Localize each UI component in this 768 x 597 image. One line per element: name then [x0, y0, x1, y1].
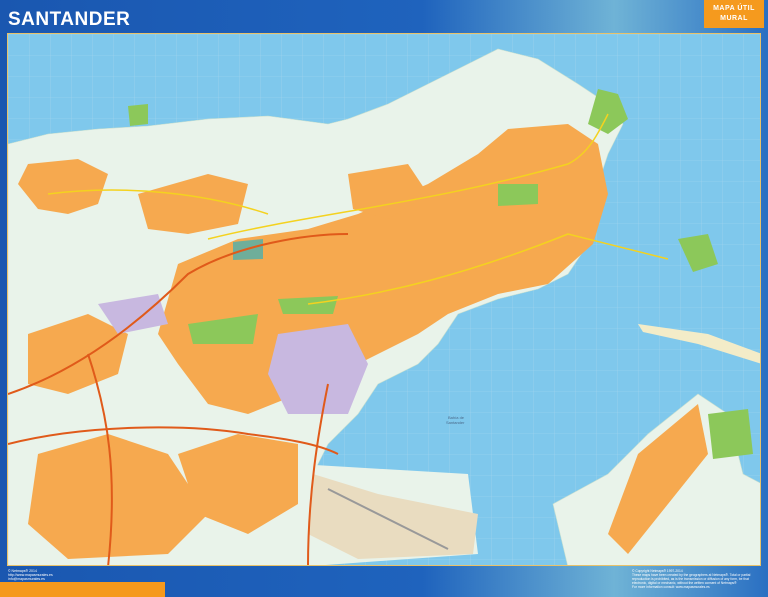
park-central	[498, 184, 538, 206]
park-somo	[708, 409, 753, 459]
map-title: SANTANDER	[8, 9, 131, 30]
legal-line-5: For more information consult: www.mapasm…	[632, 585, 710, 589]
footer-email[interactable]: info@mapasmurales.es	[8, 577, 53, 581]
map-canvas: Bahía de Santander	[8, 34, 760, 565]
bay-label-2: Santander	[446, 420, 465, 425]
badge-line-2: MURAL	[720, 15, 748, 22]
park-alto	[278, 296, 338, 314]
footer-orange-bar	[0, 582, 165, 597]
badge-line-1: MAPA ÚTIL	[713, 5, 755, 12]
footer-contact: © Netmaps® 2014 http://www.mapasmurales.…	[8, 569, 53, 581]
product-badge: MAPA ÚTIL MURAL	[704, 0, 764, 28]
city-map[interactable]: Bahía de Santander	[7, 33, 761, 566]
industrial-area	[268, 324, 368, 414]
park-island	[128, 104, 148, 126]
footer-legal: © Copyright Netmaps® 1997-2014 These map…	[632, 569, 762, 589]
